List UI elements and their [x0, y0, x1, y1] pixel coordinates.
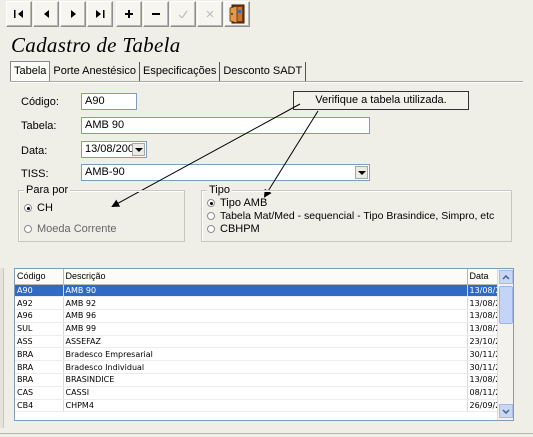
- radio-tabela-matmed[interactable]: Tabela Mat/Med - sequencial - Tipo Brasi…: [207, 210, 494, 222]
- chevron-down-icon: [502, 408, 510, 414]
- cell-codigo: CB4: [15, 399, 64, 413]
- cell-descricao: AMB 90: [63, 284, 468, 298]
- cell-codigo: BRA: [15, 360, 64, 375]
- radio-tipo-amb[interactable]: Tipo AMB: [207, 197, 267, 209]
- cell-descricao: BRASINDICE: [63, 373, 468, 387]
- radio-tabela-matmed-label: Tabela Mat/Med - sequencial - Tipo Brasi…: [220, 210, 495, 222]
- radio-button-icon: [207, 199, 215, 207]
- grid-table: Código Descrição Data A90 AMB 90 13/08/200…: [15, 269, 513, 413]
- cell-codigo: A96: [15, 309, 64, 323]
- cell-descricao: AMB 96: [63, 309, 468, 323]
- scroll-thumb[interactable]: [499, 286, 513, 324]
- chevron-up-icon: [502, 274, 510, 280]
- table-row[interactable]: CAS CASSI 08/11/2005: [15, 386, 513, 400]
- cell-descricao: Bradesco Empresarial: [63, 347, 468, 362]
- grid-header-row: Código Descrição Data: [15, 269, 513, 285]
- table-row[interactable]: ASS ASSEFAZ 23/10/2008: [15, 335, 513, 349]
- left-splitter[interactable]: [0, 268, 4, 428]
- para-por-title: Para por: [24, 184, 71, 196]
- col-header-descricao[interactable]: Descrição: [63, 269, 468, 285]
- table-row[interactable]: CB4 CHPM4 26/09/2008: [15, 399, 513, 413]
- table-row[interactable]: BRABradesco Individual30/11/2007 1(: [15, 360, 513, 375]
- radio-ch-label: CH: [37, 202, 53, 214]
- cell-descricao: AMB 92: [63, 296, 468, 311]
- cell-descricao: AMB 99: [63, 322, 468, 336]
- bottom-divider: [0, 433, 533, 434]
- cell-descricao: ASSEFAZ: [63, 335, 468, 349]
- radio-button-icon: [207, 225, 215, 233]
- tipo-title: Tipo: [207, 184, 232, 196]
- cell-codigo: A92: [15, 296, 64, 311]
- table-row[interactable]: BRABradesco Empresarial30/11/2007 1(: [15, 347, 513, 362]
- cell-descricao: CASSI: [63, 386, 468, 400]
- cell-codigo: ASS: [15, 335, 64, 349]
- radio-moeda-corrente[interactable]: Moeda Corrente: [24, 223, 117, 235]
- tabelas-grid: Código Descrição Data A90 AMB 90 13/08/200…: [14, 268, 514, 421]
- radio-button-icon: [207, 212, 215, 220]
- radio-ch[interactable]: CH: [24, 202, 53, 214]
- cell-descricao: CHPM4: [63, 399, 468, 413]
- table-row[interactable]: A92 AMB 92 13/08/2003: [15, 296, 513, 311]
- arrow-to-tipo: [263, 110, 319, 198]
- scroll-up-button[interactable]: [499, 270, 513, 284]
- vertical-scrollbar[interactable]: [497, 269, 513, 420]
- table-row[interactable]: SUL AMB 99 13/08/2003: [15, 322, 513, 336]
- cell-codigo: BRA: [15, 347, 64, 362]
- radio-tipo-amb-label: Tipo AMB: [220, 197, 268, 209]
- table-row[interactable]: A90 AMB 90 13/08/2003: [15, 284, 513, 298]
- radio-cbhpm[interactable]: CBHPM: [207, 223, 260, 235]
- cell-codigo: A90: [15, 284, 64, 298]
- cell-descricao: Bradesco Individual: [63, 360, 468, 375]
- cell-codigo: CAS: [15, 386, 64, 400]
- radio-button-icon: [24, 204, 32, 212]
- table-row[interactable]: BRA BRASINDICE 13/08/2003: [15, 373, 513, 387]
- table-row[interactable]: A96 AMB 96 13/08/2003: [15, 309, 513, 323]
- cell-codigo: BRA: [15, 373, 64, 387]
- radio-moeda-corrente-label: Moeda Corrente: [37, 223, 117, 235]
- radio-button-icon: [24, 225, 32, 233]
- cell-codigo: SUL: [15, 322, 64, 336]
- scroll-down-button[interactable]: [499, 404, 513, 418]
- radio-cbhpm-label: CBHPM: [220, 223, 260, 235]
- col-header-codigo[interactable]: Código: [15, 269, 64, 285]
